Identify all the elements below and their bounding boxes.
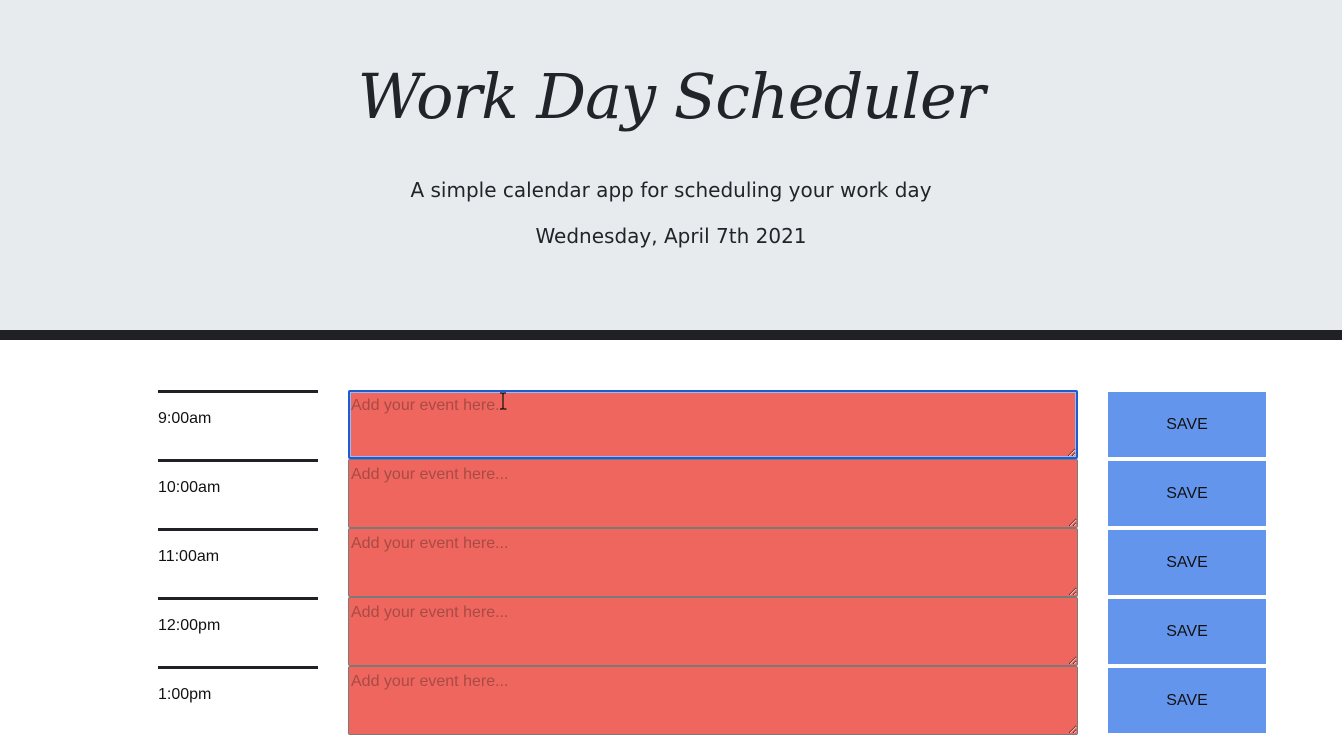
page-subtitle: A simple calendar app for scheduling you… [410, 178, 932, 202]
event-input[interactable] [348, 528, 1078, 597]
hour-label: 10:00am [158, 459, 318, 528]
time-block-row: 10:00am SAVE [0, 459, 1342, 528]
event-input[interactable] [348, 459, 1078, 528]
hour-label: 1:00pm [158, 666, 318, 735]
hour-label: 11:00am [158, 528, 318, 597]
event-input[interactable] [348, 597, 1078, 666]
save-button[interactable]: SAVE [1108, 461, 1266, 526]
text-cursor-icon [500, 392, 506, 410]
event-input[interactable] [348, 390, 1078, 459]
event-input[interactable] [348, 666, 1078, 735]
save-button[interactable]: SAVE [1108, 668, 1266, 733]
time-block-row: 11:00am SAVE [0, 528, 1342, 597]
time-block-row: 1:00pm SAVE [0, 666, 1342, 735]
time-block-row: 12:00pm SAVE [0, 597, 1342, 666]
page-title: Work Day Scheduler [357, 60, 986, 133]
current-day: Wednesday, April 7th 2021 [535, 224, 807, 248]
hour-label: 12:00pm [158, 597, 318, 666]
save-button[interactable]: SAVE [1108, 530, 1266, 595]
save-button[interactable]: SAVE [1108, 599, 1266, 664]
time-block-row: 9:00am SAVE [0, 390, 1342, 459]
hour-label: 9:00am [158, 390, 318, 459]
header: Work Day Scheduler A simple calendar app… [0, 0, 1342, 340]
save-button[interactable]: SAVE [1108, 392, 1266, 457]
